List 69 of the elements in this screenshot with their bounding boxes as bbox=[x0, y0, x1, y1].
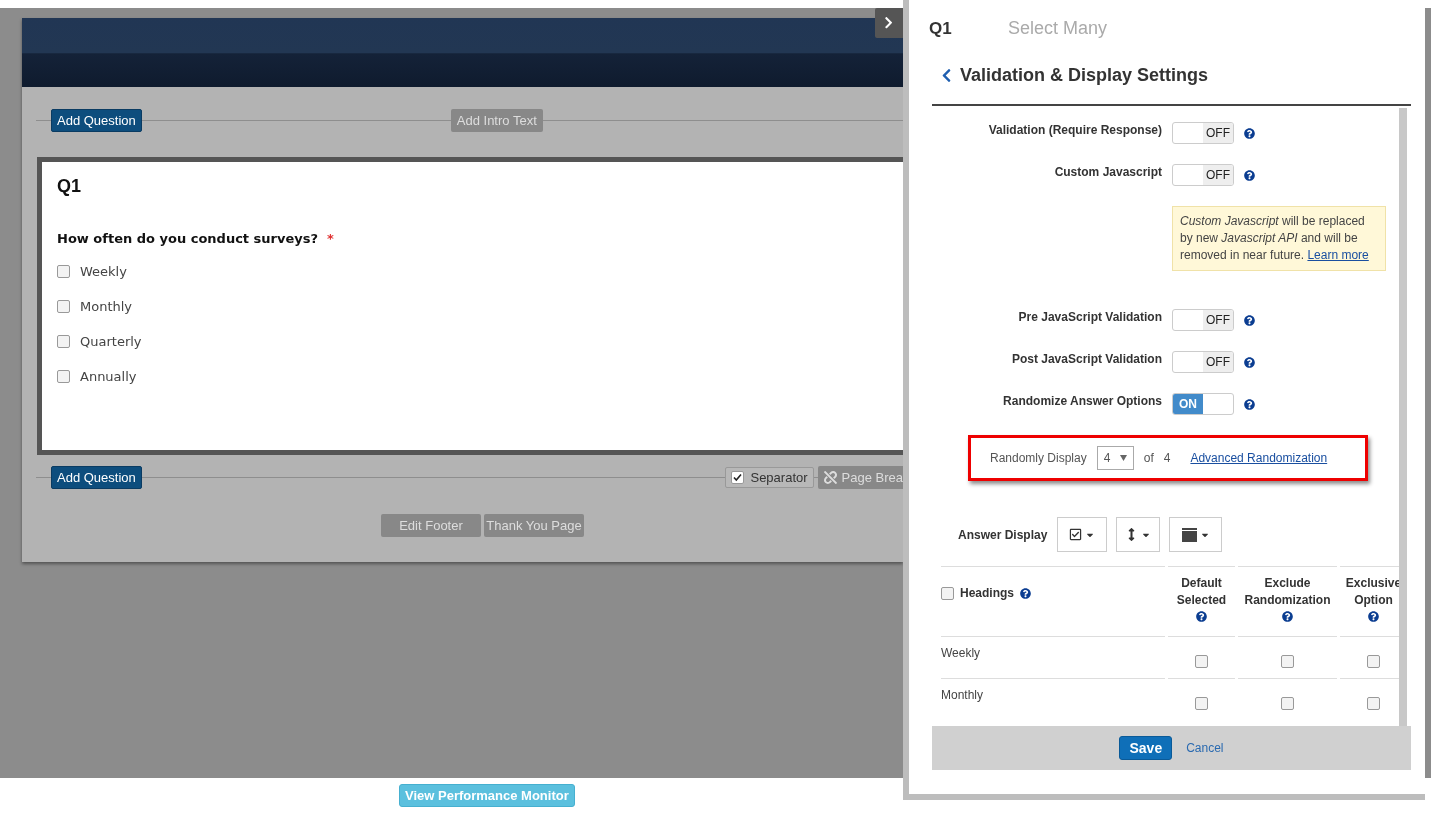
setting-label: Custom Javascript bbox=[1053, 164, 1162, 179]
option-label: Quarterly bbox=[80, 334, 142, 349]
randomly-display-label: Randomly Display bbox=[990, 451, 1087, 465]
count-select[interactable]: 4 bbox=[1096, 446, 1134, 470]
add-question-button[interactable]: Add Question bbox=[51, 108, 142, 132]
checkbox[interactable] bbox=[57, 335, 70, 348]
section-title: Validation & Display Settings bbox=[960, 64, 1209, 86]
width-dropdown[interactable] bbox=[1169, 517, 1223, 552]
option-label: Monthly bbox=[80, 299, 133, 314]
checkbox-style-dropdown[interactable] bbox=[1057, 517, 1108, 552]
headings-label: Headings bbox=[960, 585, 1014, 602]
required-mark: * bbox=[327, 231, 334, 246]
help-icon[interactable] bbox=[1282, 611, 1293, 622]
checkbox[interactable] bbox=[1281, 655, 1294, 668]
toggle-switch[interactable]: OFF bbox=[1172, 164, 1234, 186]
dropdown-icon bbox=[1119, 455, 1127, 461]
setting-label: Validation (Require Response) bbox=[987, 122, 1162, 137]
help-icon[interactable] bbox=[1244, 399, 1255, 410]
help-icon[interactable] bbox=[1368, 611, 1379, 622]
add-question-button[interactable]: Add Question bbox=[51, 465, 142, 489]
help-icon[interactable] bbox=[1244, 357, 1255, 368]
toggle-switch[interactable]: OFF bbox=[1172, 122, 1234, 144]
collapse-panel-button[interactable] bbox=[875, 8, 903, 38]
of-label: of bbox=[1143, 451, 1154, 465]
answer-label: Weekly bbox=[941, 645, 981, 660]
block-icon bbox=[1181, 527, 1197, 542]
checkbox[interactable] bbox=[731, 470, 745, 484]
help-icon[interactable] bbox=[1244, 128, 1255, 139]
answer-display-label: Answer Display bbox=[958, 527, 1048, 542]
column-header: Default Selected bbox=[1175, 575, 1228, 609]
advanced-randomization-link[interactable]: Advanced Randomization bbox=[1190, 451, 1328, 465]
help-icon[interactable] bbox=[1244, 315, 1255, 326]
checkbox[interactable] bbox=[57, 265, 70, 278]
checkbox[interactable] bbox=[1367, 697, 1380, 710]
checkbox[interactable] bbox=[57, 370, 70, 383]
setting-label: Randomize Answer Options bbox=[1002, 393, 1162, 408]
option-label: Weekly bbox=[80, 264, 127, 279]
help-icon[interactable] bbox=[1196, 611, 1207, 622]
checkbox-icon bbox=[1069, 528, 1083, 541]
help-icon[interactable] bbox=[1244, 170, 1255, 181]
checkbox[interactable] bbox=[57, 300, 70, 313]
unlink-icon bbox=[823, 470, 837, 484]
answer-label: Monthly bbox=[941, 687, 984, 702]
toggle-switch[interactable]: OFF bbox=[1172, 309, 1234, 331]
save-button[interactable]: Save bbox=[1119, 736, 1173, 760]
deprecation-notice: Custom Javascript will be replaced by new Javascript API and will be removed in near future. Learn more bbox=[1172, 206, 1386, 271]
toggle-switch[interactable]: OFF bbox=[1172, 351, 1234, 373]
checkbox[interactable] bbox=[1281, 697, 1294, 710]
option-label: Annually bbox=[80, 369, 137, 384]
checkbox[interactable] bbox=[1367, 655, 1380, 668]
headings-checkbox[interactable] bbox=[941, 587, 954, 600]
help-icon[interactable] bbox=[1020, 588, 1031, 599]
checkbox[interactable] bbox=[1195, 655, 1208, 668]
question-number: Q1 bbox=[57, 176, 82, 197]
layout-dropdown[interactable] bbox=[1116, 517, 1161, 552]
separator-toggle[interactable]: Separator bbox=[725, 466, 814, 488]
question-text: How often do you conduct surveys? bbox=[57, 231, 319, 246]
scrollbar[interactable] bbox=[1399, 108, 1407, 726]
panel-question-number: Q1 bbox=[929, 19, 953, 39]
setting-label: Post JavaScript Validation bbox=[1010, 351, 1162, 366]
checkbox[interactable] bbox=[1195, 697, 1208, 710]
column-header: Exclude Randomization bbox=[1243, 575, 1332, 609]
toggle-switch[interactable]: ON bbox=[1172, 393, 1234, 415]
question-type: Select Many bbox=[1008, 18, 1108, 39]
learn-more-link[interactable]: Learn more bbox=[1307, 248, 1369, 262]
total-count: 4 bbox=[1163, 451, 1171, 465]
cancel-link[interactable]: Cancel bbox=[1186, 741, 1224, 755]
setting-label: Pre JavaScript Validation bbox=[1017, 309, 1162, 324]
column-header: Exclusive Option bbox=[1344, 575, 1403, 609]
